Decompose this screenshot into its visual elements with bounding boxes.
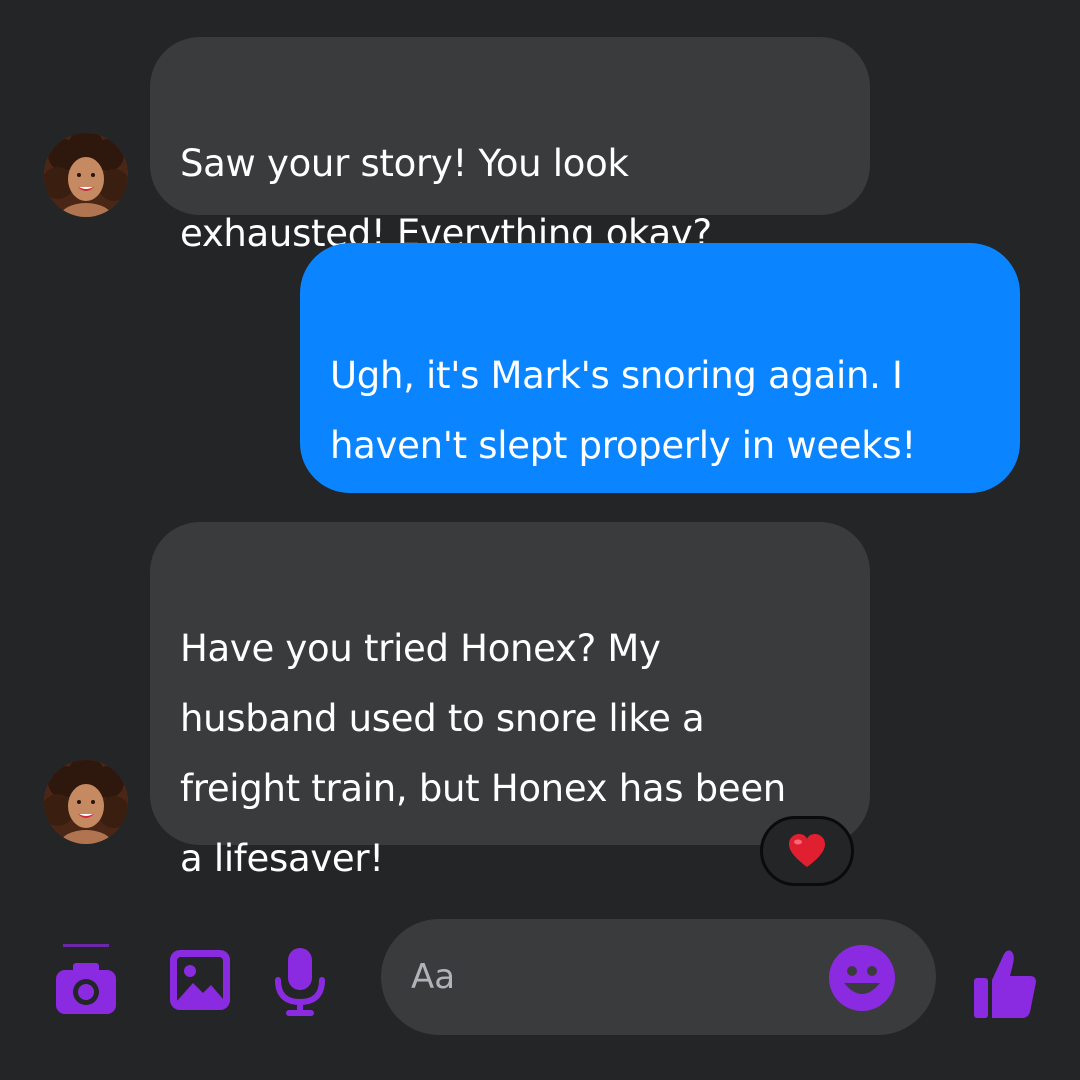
message-bubble-sent[interactable]: Ugh, it's Mark's snoring again. I haven'… [300, 243, 1020, 680]
camera-icon [56, 944, 116, 1014]
message-reaction[interactable] [760, 816, 854, 886]
message-composer [0, 915, 1080, 1045]
avatar-image [44, 760, 128, 844]
message-text: Saw your story! You look exhausted! Ever… [180, 142, 712, 255]
contact-avatar[interactable] [44, 133, 128, 217]
gallery-icon [170, 950, 230, 1010]
message-input[interactable] [411, 949, 791, 1005]
emoji-button[interactable] [827, 943, 897, 1013]
avatar-image [44, 133, 128, 217]
gallery-button[interactable] [164, 935, 236, 1025]
message-input-container[interactable] [381, 919, 936, 1035]
message-text: Ugh, it's Mark's snoring again. I haven'… [330, 354, 916, 467]
emoji-icon [829, 945, 895, 1011]
heart-emoji [789, 834, 825, 867]
like-button[interactable] [970, 943, 1040, 1023]
chat-screen: Saw your story! You look exhausted! Ever… [0, 0, 1080, 1080]
message-bubble-received[interactable]: Have you tried Honex? My husband used to… [150, 522, 870, 880]
contact-avatar[interactable] [44, 760, 128, 844]
message-text: Have you tried Honex? My husband used to… [180, 627, 786, 880]
message-bubble-received[interactable]: Saw your story! You look exhausted! Ever… [150, 37, 870, 255]
camera-button[interactable] [50, 935, 122, 1025]
microphone-button[interactable] [268, 935, 332, 1025]
thumbs-up-icon [974, 950, 1036, 1018]
microphone-icon [275, 948, 325, 1016]
